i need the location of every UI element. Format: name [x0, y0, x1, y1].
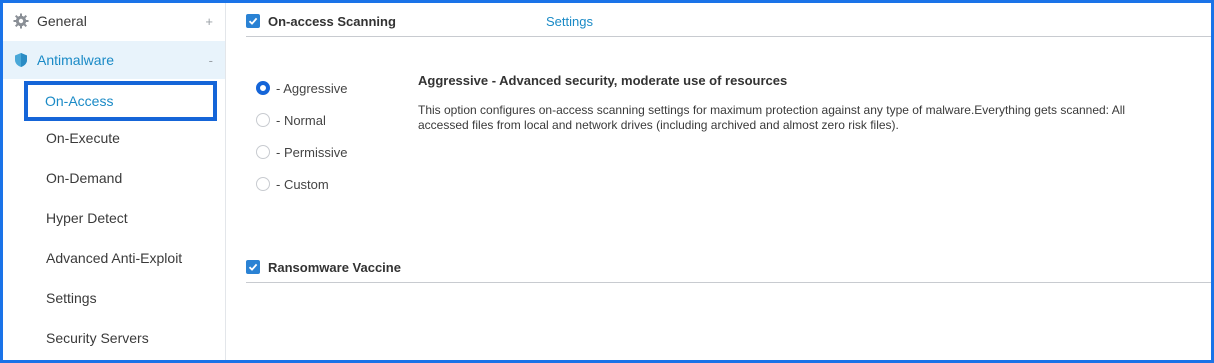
radio-permissive[interactable]: - Permissive: [256, 142, 348, 162]
sidebar-item-on-execute[interactable]: On-Execute: [25, 121, 215, 155]
radio-custom[interactable]: - Custom: [256, 174, 329, 194]
expand-icon[interactable]: +: [205, 14, 213, 29]
description-body: This option configures on-access scannin…: [418, 103, 1126, 132]
sidebar-item-on-access[interactable]: On-Access: [24, 81, 217, 121]
sidebar-item-label: On-Demand: [46, 170, 123, 186]
sidebar-item-label: Security Servers: [46, 330, 149, 346]
on-access-title: On-access Scanning: [268, 13, 396, 29]
sidebar-item-label: Advanced Anti-Exploit: [46, 250, 183, 266]
sidebar-item-settings[interactable]: Settings: [25, 281, 215, 315]
main-panel: On-access Scanning Settings - Aggressive…: [226, 3, 1211, 360]
sidebar-item-advanced-anti-exploit[interactable]: Advanced Anti-Exploit: [25, 241, 215, 275]
sidebar: General + Antimalware - On-Access On-Exe…: [3, 3, 226, 360]
sidebar-item-label: Settings: [46, 290, 97, 306]
policy-window: General + Antimalware - On-Access On-Exe…: [0, 0, 1214, 363]
sidebar-item-security-servers[interactable]: Security Servers: [25, 321, 215, 355]
sidebar-item-antimalware[interactable]: Antimalware -: [3, 41, 225, 79]
on-access-section-header: On-access Scanning Settings: [246, 6, 1211, 37]
radio-button[interactable]: [256, 113, 270, 127]
ransomware-checkbox[interactable]: [246, 260, 260, 274]
radio-label: - Aggressive: [276, 80, 348, 96]
ransomware-section-header: Ransomware Vaccine: [246, 252, 1211, 283]
sidebar-item-hyper-detect[interactable]: Hyper Detect: [25, 201, 215, 235]
sidebar-item-label: Antimalware: [37, 52, 115, 68]
radio-label: - Normal: [276, 112, 326, 128]
sidebar-item-on-demand[interactable]: On-Demand: [25, 161, 215, 195]
radio-button[interactable]: [256, 81, 270, 95]
radio-label: - Permissive: [276, 144, 348, 160]
radio-normal[interactable]: - Normal: [256, 110, 326, 130]
sidebar-item-label: On-Execute: [46, 130, 120, 146]
shield-icon: [15, 53, 27, 67]
sidebar-item-label: Hyper Detect: [46, 210, 128, 226]
checkmark-icon: [248, 263, 258, 271]
checkmark-icon: [248, 17, 258, 25]
on-access-checkbox[interactable]: [246, 14, 260, 28]
radio-button[interactable]: [256, 145, 270, 159]
radio-button[interactable]: [256, 177, 270, 191]
radio-aggressive[interactable]: - Aggressive: [256, 78, 348, 98]
sidebar-item-general[interactable]: General +: [3, 3, 225, 39]
sidebar-item-label: General: [37, 13, 87, 29]
ransomware-title: Ransomware Vaccine: [268, 259, 401, 275]
description-title: Aggressive - Advanced security, moderate…: [418, 73, 788, 88]
radio-label: - Custom: [276, 176, 329, 192]
sidebar-item-label: On-Access: [45, 93, 114, 109]
settings-link[interactable]: Settings: [546, 14, 593, 29]
gear-icon: [13, 13, 29, 29]
collapse-icon[interactable]: -: [209, 53, 213, 68]
